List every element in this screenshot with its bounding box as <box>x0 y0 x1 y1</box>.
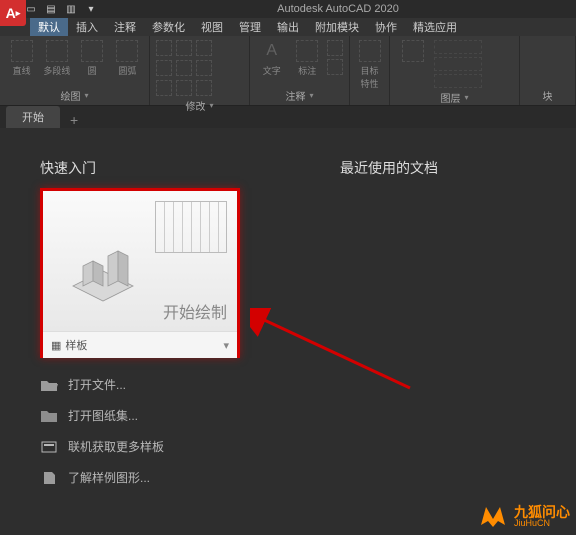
qat-save-icon[interactable]: ▤ <box>44 2 58 16</box>
watermark-en: JiuHuCN <box>514 519 570 528</box>
layer-icon <box>402 40 424 62</box>
start-drawing-card[interactable]: 开始绘制 ▦ 样板 ▾ <box>40 188 240 358</box>
fillet-icon[interactable] <box>196 60 212 76</box>
btn-polyline[interactable]: 多段线 <box>41 40 72 77</box>
tab-collab[interactable]: 协作 <box>367 18 405 36</box>
copy-icon[interactable] <box>156 60 172 76</box>
template-preview: 开始绘制 <box>43 191 237 331</box>
dimension-icon <box>296 40 318 62</box>
btn-circle[interactable]: 圆 <box>77 40 108 77</box>
link-open-file[interactable]: 打开文件... <box>40 374 260 395</box>
quick-links: 打开文件... 打开图纸集... 联机获取更多样板 了解样例图形... <box>40 374 260 488</box>
modify-tools[interactable] <box>156 40 212 96</box>
ribbon: 直线 多段线 圆 圆弧 绘图 修改 A文字 标注 注释 目标 特性 图层 <box>0 36 576 106</box>
circle-icon <box>81 40 103 62</box>
tab-view[interactable]: 视图 <box>193 18 231 36</box>
tab-new[interactable]: + <box>62 112 86 128</box>
layer-tools[interactable] <box>434 57 482 71</box>
app-title: Autodesk AutoCAD 2020 <box>104 3 572 15</box>
panel-draw: 直线 多段线 圆 圆弧 绘图 <box>0 36 150 105</box>
panel-block: 块 <box>520 36 576 105</box>
qat-dropdown-icon[interactable]: ▾ <box>84 2 98 16</box>
line-icon <box>11 40 33 62</box>
table-icon[interactable] <box>327 59 343 75</box>
tab-insert[interactable]: 插入 <box>68 18 106 36</box>
quick-start-title: 快速入门 <box>40 158 260 178</box>
tab-parametric[interactable]: 参数化 <box>144 18 193 36</box>
qat-saveas-icon[interactable]: ▥ <box>64 2 78 16</box>
link-open-sheetset[interactable]: 打开图纸集... <box>40 405 260 426</box>
panel-draw-label[interactable]: 绘图 <box>6 86 143 103</box>
annotation-arrow <box>250 308 420 398</box>
document-tabs: 开始 + <box>0 106 576 128</box>
layer-state[interactable] <box>434 74 482 88</box>
layer-dropdown[interactable] <box>434 40 482 54</box>
document-icon <box>40 471 58 485</box>
panel-properties: 目标 特性 <box>350 36 390 105</box>
tab-annotate[interactable]: 注释 <box>106 18 144 36</box>
link-sample-drawings-label: 了解样例图形... <box>68 469 150 486</box>
tab-output[interactable]: 输出 <box>269 18 307 36</box>
link-get-templates[interactable]: 联机获取更多样板 <box>40 436 260 457</box>
btn-text[interactable]: A文字 <box>256 40 288 77</box>
btn-dimension[interactable]: 标注 <box>292 40 324 77</box>
tab-default[interactable]: 默认 <box>30 18 68 36</box>
app-logo[interactable]: A▸ <box>0 0 26 26</box>
polyline-icon <box>46 40 68 62</box>
template-grid-icon: ▦ <box>51 339 61 352</box>
template-dropdown[interactable]: ▦ 样板 ▾ <box>43 331 237 358</box>
isometric-shape-icon <box>63 236 153 306</box>
move-icon[interactable] <box>156 40 172 56</box>
link-open-file-label: 打开文件... <box>68 376 126 393</box>
watermark: 九狐问心 JiuHuCN <box>478 503 570 529</box>
stretch-icon[interactable] <box>156 80 172 96</box>
title-bar: ▦ ▭ ▤ ▥ ▾ Autodesk AutoCAD 2020 <box>0 0 576 18</box>
chevron-down-icon: ▾ <box>223 339 229 352</box>
app-logo-text: A <box>6 5 16 21</box>
link-get-templates-label: 联机获取更多样板 <box>68 438 164 455</box>
tab-manage[interactable]: 管理 <box>231 18 269 36</box>
link-sample-drawings[interactable]: 了解样例图形... <box>40 467 260 488</box>
ribbon-tabs: 默认 插入 注释 参数化 视图 管理 输出 附加模块 协作 精选应用 <box>0 18 576 36</box>
link-open-sheetset-label: 打开图纸集... <box>68 407 138 424</box>
scale-icon[interactable] <box>176 80 192 96</box>
array-icon[interactable] <box>196 80 212 96</box>
panel-annotate: A文字 标注 注释 <box>250 36 350 105</box>
recent-docs-title: 最近使用的文档 <box>340 158 438 178</box>
watermark-cn: 九狐问心 <box>514 505 570 519</box>
text-icon: A <box>261 40 283 62</box>
btn-arc[interactable]: 圆弧 <box>112 40 143 77</box>
tab-addins[interactable]: 附加模块 <box>307 18 367 36</box>
btn-matchprop[interactable]: 目标 特性 <box>356 40 383 90</box>
btn-layerprops[interactable] <box>396 40 430 62</box>
qat-open-icon[interactable]: ▭ <box>24 2 38 16</box>
download-icon <box>40 440 58 454</box>
mirror-icon[interactable] <box>176 60 192 76</box>
sheetset-icon <box>40 409 58 423</box>
tab-start[interactable]: 开始 <box>6 106 60 128</box>
btn-line[interactable]: 直线 <box>6 40 37 77</box>
folder-open-icon <box>40 378 58 392</box>
panel-layers-label[interactable]: 图层 <box>396 88 513 105</box>
template-label: 样板 <box>65 337 87 353</box>
card-caption: 开始绘制 <box>163 299 227 323</box>
watermark-logo-icon <box>478 503 508 529</box>
rotate-icon[interactable] <box>176 40 192 56</box>
matchprop-icon <box>359 40 381 62</box>
panel-modify-label[interactable]: 修改 <box>156 96 243 113</box>
panel-modify: 修改 <box>150 36 250 105</box>
tab-featured[interactable]: 精选应用 <box>405 18 465 36</box>
arc-icon <box>116 40 138 62</box>
leader-icon[interactable] <box>327 40 343 56</box>
trim-icon[interactable] <box>196 40 212 56</box>
panel-block-label: 块 <box>526 86 569 103</box>
panel-annotate-label[interactable]: 注释 <box>256 86 343 103</box>
start-page: 快速入门 开始绘制 ▦ 样板 ▾ <box>0 128 576 535</box>
panel-layers: 图层 <box>390 36 520 105</box>
